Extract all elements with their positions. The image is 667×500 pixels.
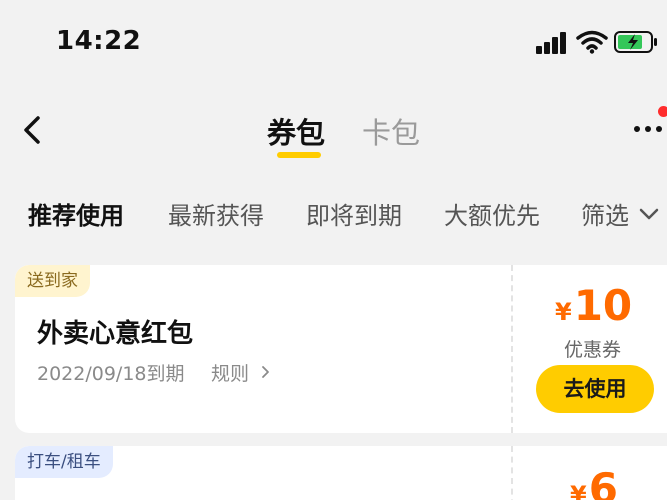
filter-button[interactable]: 筛选 <box>581 196 629 231</box>
filter-newest[interactable]: 最新获得 <box>168 196 264 231</box>
tab-cards[interactable]: 卡包 <box>362 110 420 152</box>
top-navigation: 券包 卡包 <box>0 84 667 174</box>
notification-dot <box>658 106 667 117</box>
coupon-category-tag: 送到家 <box>15 265 90 297</box>
status-bar: 14:22 <box>0 0 667 84</box>
coupon-category-tag: 打车/租车 <box>15 446 113 478</box>
coupon-rules-link[interactable]: 规则 <box>211 359 249 386</box>
card-divider <box>511 265 513 433</box>
coupon-card[interactable]: 送到家 外卖心意红包 2022/09/18到期 规则 ¥10 优惠券 去使用 <box>15 265 667 433</box>
coupon-expiry: 2022/09/18到期 <box>37 363 185 385</box>
signal-icon <box>536 32 568 54</box>
coupon-title: 外卖心意红包 <box>37 319 194 349</box>
chevron-right-icon[interactable] <box>261 365 270 379</box>
coupon-amount: 6 <box>588 464 618 500</box>
use-coupon-button[interactable]: 去使用 <box>536 365 654 413</box>
currency-symbol: ¥ <box>570 481 587 500</box>
chevron-left-icon[interactable] <box>18 112 48 148</box>
coupon-value: ¥6 <box>570 464 618 500</box>
card-divider <box>511 446 513 500</box>
tab-coupons-indicator <box>277 152 321 158</box>
filter-expiring-soon[interactable]: 即将到期 <box>306 196 402 231</box>
coupon-amount: 10 <box>573 281 633 330</box>
coupon-type-label: 优惠券 <box>564 339 622 361</box>
chevron-down-icon[interactable] <box>638 207 660 221</box>
filter-recommended[interactable]: 推荐使用 <box>28 196 124 231</box>
currency-symbol: ¥ <box>555 298 572 326</box>
coupon-value: ¥10 <box>555 281 632 330</box>
battery-charging-icon <box>614 31 657 53</box>
coupon-card[interactable]: 打车/租车 ¥6 <box>15 446 667 500</box>
wifi-icon <box>576 30 608 54</box>
status-time: 14:22 <box>56 26 142 56</box>
tab-coupons[interactable]: 券包 <box>267 110 325 152</box>
filter-largest-first[interactable]: 大额优先 <box>444 196 540 231</box>
more-dots-icon[interactable] <box>630 126 667 138</box>
filter-bar: 推荐使用 最新获得 即将到期 大额优先 筛选 <box>0 190 667 240</box>
